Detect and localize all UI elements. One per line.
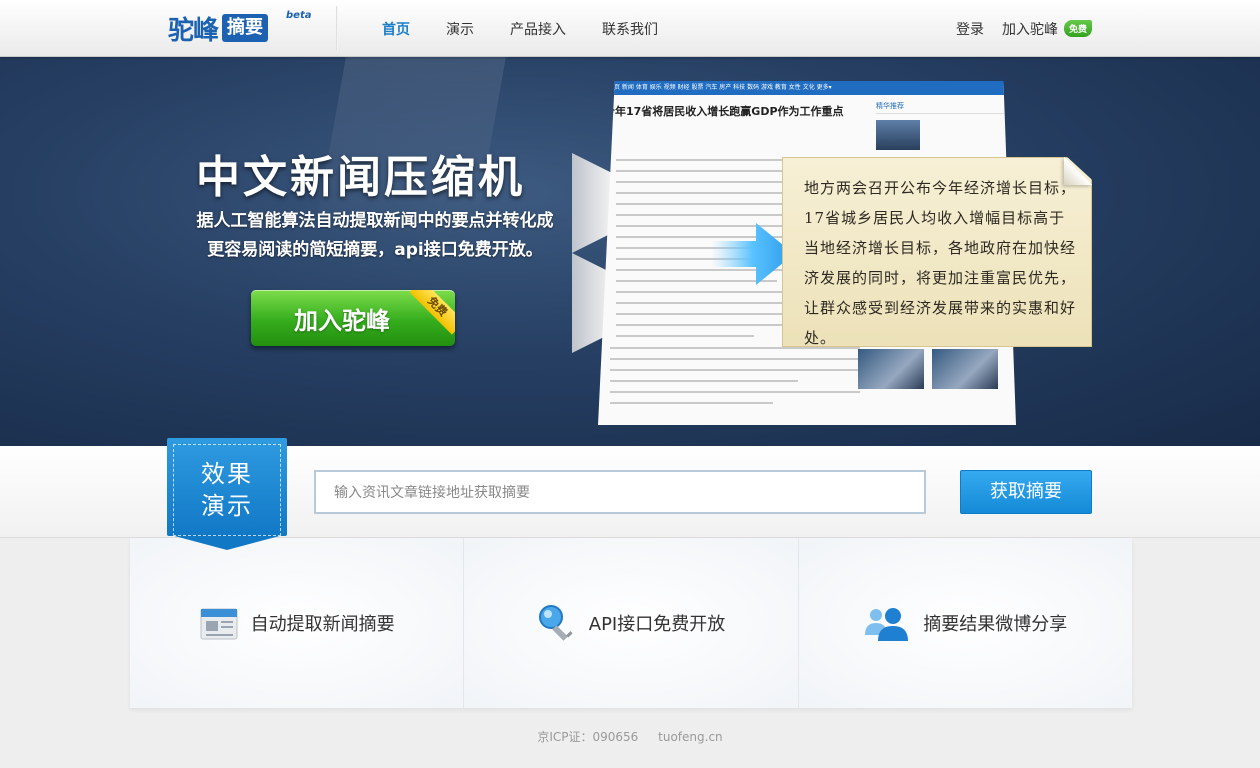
demo-tag: 效果 演示 (167, 438, 287, 550)
paper-headline: 今年17省将居民收入增长跑赢GDP作为工作重点 (604, 105, 844, 118)
hero-desc-line-1: 据人工智能算法自动提取新闻中的要点并转化成 (196, 211, 554, 231)
paper-images (858, 349, 998, 389)
paper-fold-left-1 (572, 153, 612, 253)
nav-demo[interactable]: 演示 (446, 19, 474, 39)
free-badge: 免费 (1063, 20, 1092, 37)
nav-contact[interactable]: 联系我们 (602, 19, 658, 39)
fetch-summary-button[interactable]: 获取摘要 (960, 470, 1092, 514)
article-url-input[interactable] (314, 470, 926, 514)
join-free-ribbon: 免费 (409, 290, 455, 335)
join-button-label: 加入驼峰 (294, 306, 390, 335)
news-icon (200, 608, 238, 640)
footer-icp: 京ICP证：090656 (537, 730, 639, 744)
paper-nav-bar: 首页 新闻 体育 娱乐 视频 财经 股票 汽车 房产 科技 数码 游戏 教育 女… (598, 81, 1016, 95)
paper-text-block-2 (610, 347, 860, 413)
feature-label: 摘要结果微博分享 (923, 614, 1068, 635)
features-panel: 自动提取新闻摘要 API接口免费开放 摘要结果微博分享 (130, 538, 1132, 708)
header-account: 登录 加入驼峰 免费 (956, 0, 1092, 57)
hero-description: 据人工智能算法自动提取新闻中的要点并转化成 更容易阅读的简短摘要，api接口免费… (170, 207, 580, 265)
paper-sidebar-title: 精华推荐 (876, 101, 1006, 114)
join-link[interactable]: 加入驼峰 (1002, 19, 1058, 39)
paper-sidebar: 精华推荐 (876, 101, 1006, 154)
key-icon (538, 605, 573, 641)
demo-tag-label: 效果 演示 (167, 458, 287, 522)
summary-note-text: 地方两会召开公布今年经济增长目标，17省城乡居民人均收入增幅目标高于当地经济增长… (804, 179, 1077, 347)
feature-label: 自动提取新闻摘要 (250, 614, 395, 635)
nav-home[interactable]: 首页 (382, 19, 410, 39)
feature-api: API接口免费开放 (464, 538, 799, 708)
top-header: 驼峰 摘要 beta 首页 演示 产品接入 联系我们 登录 加入驼峰 免费 (0, 0, 1260, 57)
main-nav: 首页 演示 产品接入 联系我们 (382, 0, 694, 57)
footer: 京ICP证：090656 tuofeng.cn (0, 728, 1260, 745)
hero-banner: 中文新闻压缩机 据人工智能算法自动提取新闻中的要点并转化成 更容易阅读的简短摘要… (0, 57, 1260, 446)
join-button[interactable]: 加入驼峰 免费 (251, 290, 455, 346)
paper-thumb-image (876, 120, 920, 150)
paper-photo-2 (932, 349, 998, 389)
demo-tag-line-2: 演示 (201, 492, 253, 520)
feature-label: API接口免费开放 (588, 614, 726, 635)
arrow-right-icon (712, 223, 794, 285)
logo-beta-label: beta (286, 10, 312, 21)
hero-desc-line-2: 更容易阅读的简短摘要，api接口免费开放。 (207, 240, 543, 260)
feature-auto-extract: 自动提取新闻摘要 (130, 538, 465, 708)
footer-domain[interactable]: tuofeng.cn (658, 730, 723, 744)
logo-badge: 摘要 (222, 14, 269, 42)
demo-tag-line-1: 效果 (201, 460, 253, 488)
nav-integration[interactable]: 产品接入 (510, 19, 566, 39)
logo-text: 驼峰 (168, 15, 219, 46)
site-logo[interactable]: 驼峰 摘要 beta (168, 10, 311, 46)
feature-weibo-share: 摘要结果微博分享 (798, 538, 1132, 708)
hero-title: 中文新闻压缩机 (196, 152, 525, 203)
header-divider (336, 6, 338, 50)
paper-photo-1 (858, 349, 924, 389)
users-icon (865, 608, 909, 641)
login-link[interactable]: 登录 (956, 19, 984, 39)
